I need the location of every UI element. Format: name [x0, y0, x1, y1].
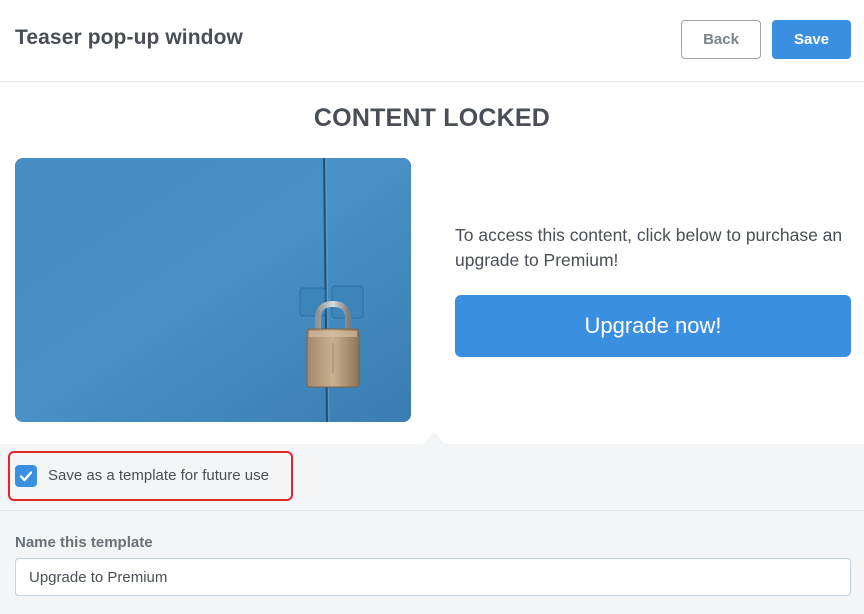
template-name-input[interactable] [15, 558, 851, 596]
checkmark-icon [19, 471, 33, 482]
content-locked-heading: CONTENT LOCKED [313, 104, 551, 132]
promo-text: To access this content, click below to p… [455, 225, 843, 270]
padlock-image [15, 158, 411, 422]
template-name-label: Name this template [15, 534, 153, 551]
page-title: Teaser pop-up window [15, 26, 243, 49]
save-template-checkbox[interactable] [15, 465, 37, 487]
save-button[interactable]: Save [772, 20, 851, 59]
save-template-label[interactable]: Save as a template for future use [48, 467, 269, 484]
panel-divider [0, 510, 864, 511]
back-button[interactable]: Back [681, 20, 761, 59]
header-bar: Teaser pop-up window Back Save [0, 0, 864, 82]
upgrade-now-button[interactable]: Upgrade now! [455, 295, 851, 357]
panel-caret [423, 432, 445, 444]
